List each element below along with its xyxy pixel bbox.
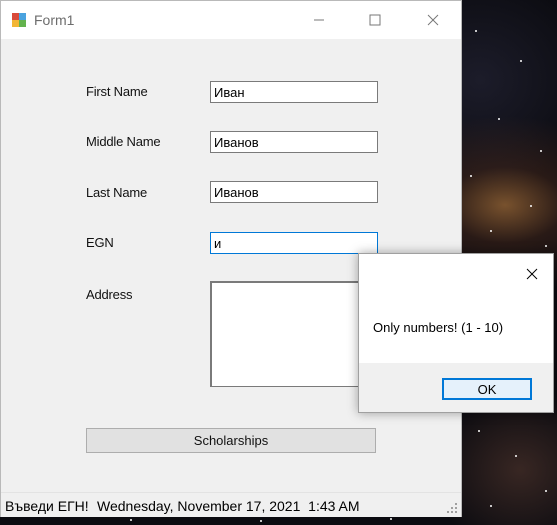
status-datetime: Wednesday, November 17, 2021 1:43 AM — [97, 498, 360, 514]
message-box: Only numbers! (1 - 10) OK — [358, 253, 554, 413]
first-name-label: First Name — [86, 84, 148, 99]
status-bar: Въведи ЕГН! Wednesday, November 17, 2021… — [1, 492, 461, 517]
status-hint: Въведи ЕГН! — [5, 498, 89, 514]
last-name-input[interactable]: Иванов — [210, 181, 378, 203]
address-label: Address — [86, 287, 133, 302]
first-name-input[interactable]: Иван — [210, 81, 378, 103]
maximize-button[interactable] — [352, 1, 398, 39]
close-button[interactable] — [410, 1, 456, 39]
message-text: Only numbers! (1 - 10) — [373, 320, 504, 335]
last-name-label: Last Name — [86, 185, 148, 200]
message-close-button[interactable] — [517, 260, 547, 288]
middle-name-label: Middle Name — [86, 134, 161, 149]
title-bar[interactable]: Form1 — [1, 1, 461, 39]
maximize-icon — [369, 14, 381, 26]
message-footer: OK — [359, 363, 553, 412]
close-icon — [526, 268, 538, 280]
close-icon — [427, 14, 439, 26]
minimize-icon — [314, 19, 324, 21]
app-icon — [12, 13, 26, 27]
minimize-button[interactable] — [296, 1, 342, 39]
scholarships-button[interactable]: Scholarships — [86, 428, 376, 453]
egn-input[interactable]: и — [210, 232, 378, 254]
window-title: Form1 — [34, 12, 75, 28]
middle-name-input[interactable]: Иванов — [210, 131, 378, 153]
ok-button[interactable]: OK — [442, 378, 532, 400]
address-textarea[interactable] — [210, 281, 378, 387]
resize-grip-icon[interactable] — [447, 503, 457, 513]
egn-label: EGN — [86, 235, 114, 250]
